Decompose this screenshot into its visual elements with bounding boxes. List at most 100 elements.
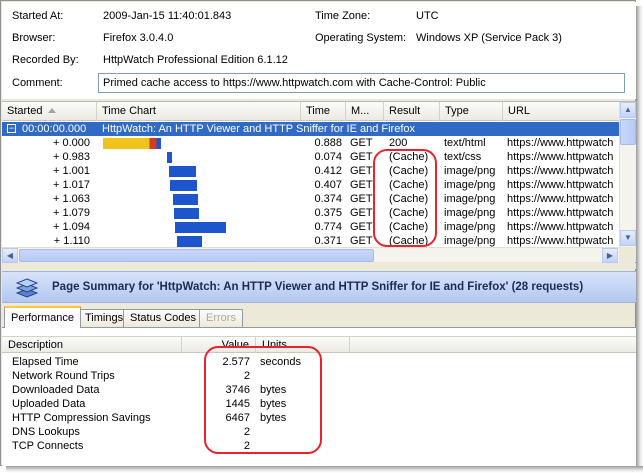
metric-row[interactable]: HTTP Compression Savings 6467 bytes xyxy=(2,411,636,425)
window-shadow-right xyxy=(636,6,643,473)
scroll-up-icon[interactable]: ▲ xyxy=(620,102,636,118)
tab-performance[interactable]: Performance xyxy=(4,306,81,328)
request-row[interactable]: + 1.001 0.412 GET (Cache) image/png https://w… xyxy=(2,164,619,178)
request-type: image/png xyxy=(444,179,496,191)
request-url: https://www.httpwatch xyxy=(507,235,614,247)
recorded-by-label: Recorded By: xyxy=(12,54,79,66)
metric-value: 2.577 xyxy=(222,356,250,368)
minus-box-icon[interactable]: − xyxy=(7,124,16,133)
request-time: 0.371 xyxy=(314,235,342,247)
page-row[interactable]: − 00:00:00.000 HttpWatch: An HTTP Viewer… xyxy=(2,122,619,136)
comment-field[interactable]: Primed cache access to https://www.httpw… xyxy=(98,73,625,93)
request-url: https://www.httpwatch xyxy=(507,137,614,149)
metric-value: 2 xyxy=(243,426,250,438)
request-row[interactable]: + 1.017 0.407 GET (Cache) image/png https://w… xyxy=(2,178,619,192)
request-url: https://www.httpwatch xyxy=(507,193,614,205)
request-type: text/css xyxy=(444,151,482,163)
metric-units: bytes xyxy=(260,398,287,410)
browser-label: Browser: xyxy=(12,32,56,44)
metric-units: bytes xyxy=(260,412,287,424)
request-row[interactable]: + 1.063 0.374 GET (Cache) image/png https://w… xyxy=(2,192,619,206)
request-grid: Started Time Chart Time M... Result Type… xyxy=(2,101,636,263)
layers-icon xyxy=(16,278,38,298)
performance-panel: Description Value Units Elapsed Time 2.57… xyxy=(2,327,636,466)
recorded-by-value: HttpWatch Professional Edition 6.1.12 xyxy=(103,54,288,66)
metric-units: seconds xyxy=(260,356,301,368)
column-header-units[interactable]: Units xyxy=(256,337,350,352)
page-summary-header: Page Summary for 'HttpWatch: An HTTP Vie… xyxy=(2,271,636,303)
request-type: image/png xyxy=(444,221,496,233)
request-row[interactable]: + 1.094 0.774 GET (Cache) image/png https://w… xyxy=(2,220,619,234)
column-header-url[interactable]: URL xyxy=(503,102,619,121)
panel-splitter[interactable] xyxy=(2,263,636,269)
metric-description: Network Round Trips xyxy=(12,370,115,382)
metric-row[interactable]: DNS Lookups 2 xyxy=(2,425,636,439)
column-header-result[interactable]: Result xyxy=(384,102,440,121)
metric-row[interactable]: TCP Connects 2 xyxy=(2,439,636,453)
column-header-time[interactable]: Time xyxy=(301,102,346,121)
column-header-method[interactable]: M... xyxy=(346,102,384,121)
request-row[interactable]: + 1.110 0.371 GET (Cache) image/png https://w… xyxy=(2,234,619,248)
request-url: https://www.httpwatch xyxy=(507,151,614,163)
request-method: GET xyxy=(350,165,373,177)
metric-description: Elapsed Time xyxy=(12,356,79,368)
request-row[interactable]: + 0.000 0.888 GET 200 text/html https://www.h… xyxy=(2,136,619,150)
request-started: + 1.110 xyxy=(53,235,90,247)
request-result: (Cache) xyxy=(389,179,429,191)
scroll-down-icon[interactable]: ▼ xyxy=(620,230,636,246)
horizontal-scrollbar[interactable]: ◀ ▶ xyxy=(2,247,619,263)
column-header-value[interactable]: Value xyxy=(182,337,256,352)
request-result: (Cache) xyxy=(389,151,429,163)
metric-description: Uploaded Data xyxy=(12,398,86,410)
vertical-scrollbar[interactable]: ▲ ▼ xyxy=(619,102,636,247)
time-chart-bar xyxy=(170,180,197,191)
metrics-header: Description Value Units xyxy=(2,336,636,353)
request-method: GET xyxy=(350,221,373,233)
column-header-description[interactable]: Description xyxy=(2,337,182,352)
request-result: (Cache) xyxy=(389,193,429,205)
metric-value: 2 xyxy=(243,370,250,382)
scroll-left-icon[interactable]: ◀ xyxy=(2,248,18,263)
horizontal-scroll-thumb[interactable] xyxy=(19,249,374,262)
request-method: GET xyxy=(350,179,373,191)
metric-row[interactable]: Downloaded Data 3746 bytes xyxy=(2,383,636,397)
tab-errors: Errors xyxy=(199,309,243,328)
metric-description: DNS Lookups xyxy=(12,426,80,438)
column-header-started[interactable]: Started xyxy=(2,102,97,121)
request-url: https://www.httpwatch xyxy=(507,221,614,233)
scroll-right-icon[interactable]: ▶ xyxy=(602,248,618,263)
column-header-type[interactable]: Type xyxy=(440,102,503,121)
column-header-time-chart[interactable]: Time Chart xyxy=(97,102,301,121)
window-shadow-bottom xyxy=(6,466,643,473)
metric-row[interactable]: Network Round Trips 2 xyxy=(2,369,636,383)
tab-status-codes[interactable]: Status Codes xyxy=(123,309,204,328)
request-result: (Cache) xyxy=(389,165,429,177)
request-type: image/png xyxy=(444,165,496,177)
operating-system-value: Windows XP (Service Pack 3) xyxy=(416,32,562,44)
request-started: + 1.094 xyxy=(52,221,90,233)
request-result: (Cache) xyxy=(389,235,429,247)
request-url: https://www.httpwatch xyxy=(507,179,614,191)
request-result: (Cache) xyxy=(389,207,429,219)
scroll-corner xyxy=(619,247,636,262)
operating-system-label: Operating System: xyxy=(315,32,407,44)
request-method: GET xyxy=(350,235,373,247)
request-time: 0.375 xyxy=(314,207,342,219)
request-started: + 1.063 xyxy=(52,193,90,205)
metric-row[interactable]: Elapsed Time 2.577 seconds xyxy=(2,355,636,369)
request-row[interactable]: + 1.079 0.375 GET (Cache) image/png https://w… xyxy=(2,206,619,220)
comment-label: Comment: xyxy=(12,77,63,89)
request-method: GET xyxy=(350,151,373,163)
request-type: text/html xyxy=(444,137,486,149)
request-time: 0.374 xyxy=(314,193,342,205)
metric-row[interactable]: Uploaded Data 1445 bytes xyxy=(2,397,636,411)
request-time: 0.407 xyxy=(314,179,342,191)
time-chart-bar xyxy=(103,138,161,149)
time-chart-bar xyxy=(174,208,199,219)
metric-units: bytes xyxy=(260,384,287,396)
vertical-scroll-thumb[interactable] xyxy=(620,119,636,145)
started-at-value: 2009-Jan-15 11:40:01.843 xyxy=(103,10,232,22)
time-zone-label: Time Zone: xyxy=(315,10,371,22)
request-row[interactable]: + 0.983 0.074 GET (Cache) text/css https://ww… xyxy=(2,150,619,164)
page-summary-title: Page Summary for 'HttpWatch: An HTTP Vie… xyxy=(52,281,584,293)
